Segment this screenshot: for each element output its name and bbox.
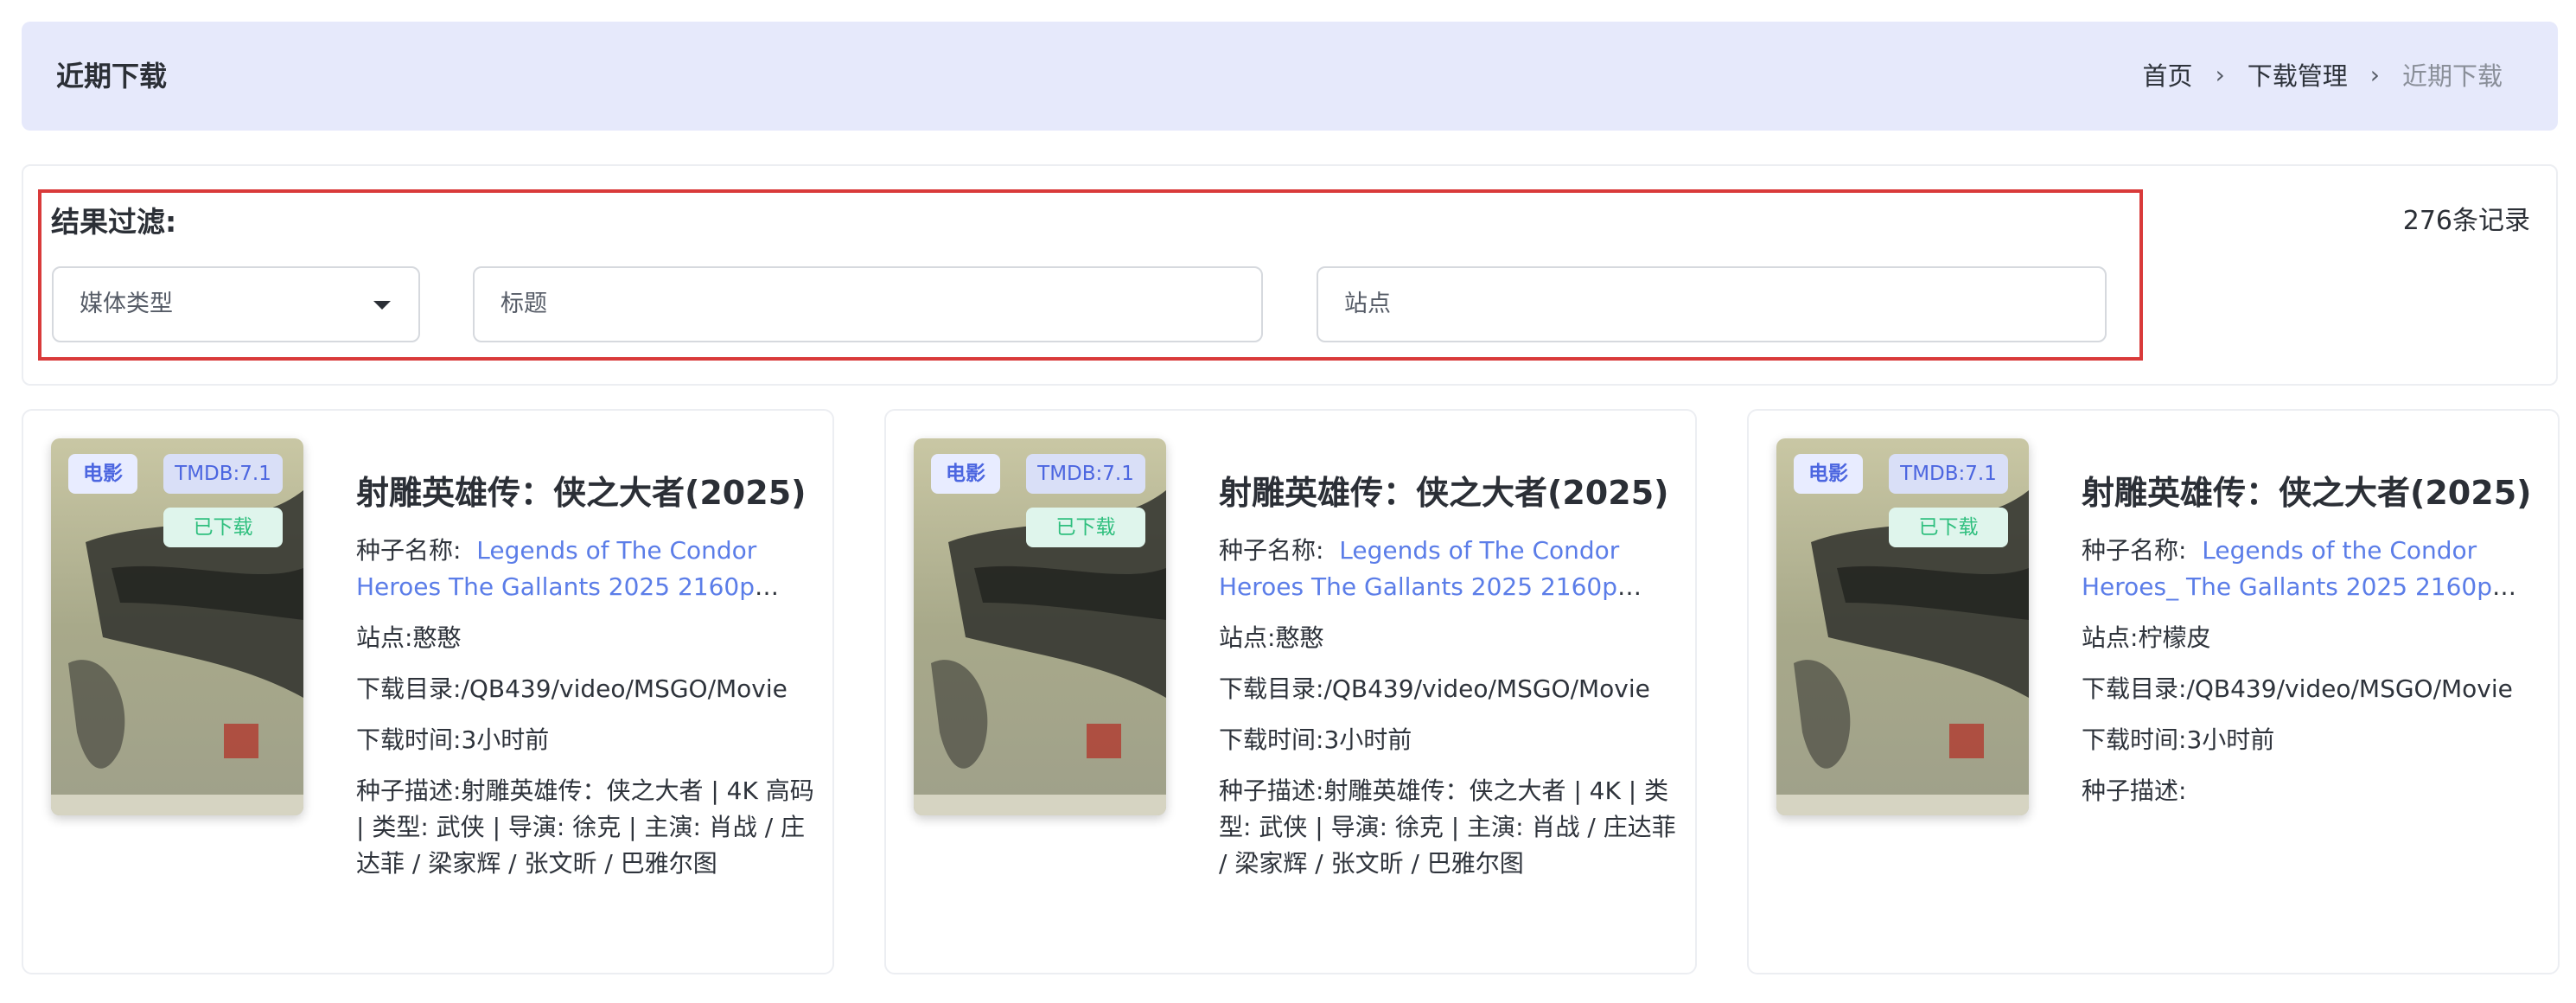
record-count: 276条记录 — [2402, 206, 2530, 236]
filter-panel: 结果过滤: 276条记录 媒体类型 标题 站点 — [22, 164, 2558, 386]
breadcrumb-home[interactable]: 首页 — [2143, 56, 2193, 93]
tmdb-rating-badge: TMDB:7.1 — [1026, 454, 1145, 494]
movie-title[interactable]: 射雕英雄传：侠之大者(2025) — [1219, 466, 1677, 514]
card-info: 射雕英雄传：侠之大者(2025) 种子名称: Legends of The Co… — [1219, 466, 1677, 897]
tmdb-rating-badge: TMDB:7.1 — [1889, 454, 2008, 494]
poster-image[interactable]: 电影 TMDB:7.1 已下载 — [1776, 438, 2029, 815]
site-row: 站点:憨憨 — [356, 620, 814, 656]
download-time-row: 下载时间:3小时前 — [1219, 722, 1677, 758]
description-label: 种子描述: — [2082, 776, 2187, 805]
site-input[interactable]: 站点 — [1317, 266, 2107, 342]
download-dir-label: 下载目录: — [1219, 674, 1324, 703]
download-dir-row: 下载目录:/QB439/video/MSGO/Movie — [2082, 671, 2540, 707]
media-type-badge: 电影 — [931, 454, 1000, 494]
download-time-value: 3小时前 — [2186, 725, 2275, 754]
breadcrumb: 首页 › 下载管理 › 近期下载 — [2143, 56, 2503, 93]
torrent-name-row: 种子名称: Legends of The Condor Heroes The G… — [356, 533, 814, 605]
site-value: 憨憨 — [1275, 623, 1324, 652]
site-label: 站点: — [356, 623, 413, 652]
breadcrumb-download-manage[interactable]: 下载管理 — [2248, 56, 2348, 93]
download-time-label: 下载时间: — [356, 725, 462, 754]
download-card[interactable]: 电影 TMDB:7.1 已下载 射雕英雄传：侠之大者(2025) 种子名称: L… — [884, 409, 1697, 974]
download-dir-label: 下载目录: — [356, 674, 462, 703]
download-time-value: 3小时前 — [1323, 725, 1412, 754]
description-row: 种子描述: — [2082, 773, 2540, 809]
card-info: 射雕英雄传：侠之大者(2025) 种子名称: Legends of The Co… — [356, 466, 814, 897]
site-value: 憨憨 — [412, 623, 462, 652]
status-badge: 已下载 — [1026, 508, 1145, 547]
caret-down-icon — [373, 301, 391, 310]
download-time-row: 下载时间:3小时前 — [2082, 722, 2540, 758]
media-type-badge: 电影 — [1794, 454, 1863, 494]
download-card[interactable]: 电影 TMDB:7.1 已下载 射雕英雄传：侠之大者(2025) 种子名称: L… — [1747, 409, 2560, 974]
tmdb-rating-badge: TMDB:7.1 — [163, 454, 283, 494]
title-placeholder: 标题 — [501, 291, 547, 317]
download-time-label: 下载时间: — [1219, 725, 1324, 754]
site-label: 站点: — [1219, 623, 1276, 652]
breadcrumb-current: 近期下载 — [2401, 61, 2503, 91]
download-card[interactable]: 电影 TMDB:7.1 已下载 射雕英雄传：侠之大者(2025) 种子名称: L… — [22, 409, 834, 974]
movie-title[interactable]: 射雕英雄传：侠之大者(2025) — [356, 466, 814, 514]
site-row: 站点:憨憨 — [1219, 620, 1677, 656]
description-row: 种子描述:射雕英雄传：侠之大者 | 4K | 类型: 武侠 | 导演: 徐克 |… — [1219, 773, 1677, 882]
download-time-label: 下载时间: — [2082, 725, 2187, 754]
movie-title[interactable]: 射雕英雄传：侠之大者(2025) — [2082, 466, 2540, 514]
download-dir-row: 下载目录:/QB439/video/MSGO/Movie — [356, 671, 814, 707]
card-info: 射雕英雄传：侠之大者(2025) 种子名称: Legends of the Co… — [2082, 466, 2540, 824]
site-label: 站点: — [2082, 623, 2139, 652]
page-header: 近期下载 首页 › 下载管理 › 近期下载 — [22, 22, 2558, 131]
page-title: 近期下载 — [56, 60, 168, 93]
torrent-name-label: 种子名称: — [356, 536, 462, 565]
description-row: 种子描述:射雕英雄传：侠之大者 | 4K 高码 | 类型: 武侠 | 导演: 徐… — [356, 773, 814, 882]
chevron-right-icon: › — [2369, 60, 2380, 89]
download-dir-value: /QB439/video/MSGO/Movie — [2186, 674, 2513, 703]
download-dir-row: 下载目录:/QB439/video/MSGO/Movie — [1219, 671, 1677, 707]
download-dir-label: 下载目录: — [2082, 674, 2187, 703]
media-type-select[interactable]: 媒体类型 — [52, 266, 420, 342]
torrent-name-row: 种子名称: Legends of The Condor Heroes The G… — [1219, 533, 1677, 605]
torrent-name-label: 种子名称: — [2082, 536, 2187, 565]
status-badge: 已下载 — [163, 508, 283, 547]
media-type-badge: 电影 — [68, 454, 137, 494]
status-badge: 已下载 — [1889, 508, 2008, 547]
description-label: 种子描述: — [356, 776, 462, 805]
download-time-value: 3小时前 — [461, 725, 550, 754]
site-row: 站点:柠檬皮 — [2082, 620, 2540, 656]
description-label: 种子描述: — [1219, 776, 1324, 805]
download-time-row: 下载时间:3小时前 — [356, 722, 814, 758]
poster-image[interactable]: 电影 TMDB:7.1 已下载 — [914, 438, 1166, 815]
download-dir-value: /QB439/video/MSGO/Movie — [461, 674, 787, 703]
title-input[interactable]: 标题 — [473, 266, 1263, 342]
torrent-name-label: 种子名称: — [1219, 536, 1324, 565]
filter-label: 结果过滤: — [51, 205, 177, 239]
poster-image[interactable]: 电影 TMDB:7.1 已下载 — [51, 438, 303, 815]
site-value: 柠檬皮 — [2138, 623, 2211, 652]
download-dir-value: /QB439/video/MSGO/Movie — [1323, 674, 1650, 703]
media-type-placeholder: 媒体类型 — [80, 291, 173, 317]
torrent-name-row: 种子名称: Legends of the Condor Heroes_ The … — [2082, 533, 2540, 605]
chevron-right-icon: › — [2215, 60, 2225, 89]
site-placeholder: 站点 — [1344, 291, 1391, 317]
